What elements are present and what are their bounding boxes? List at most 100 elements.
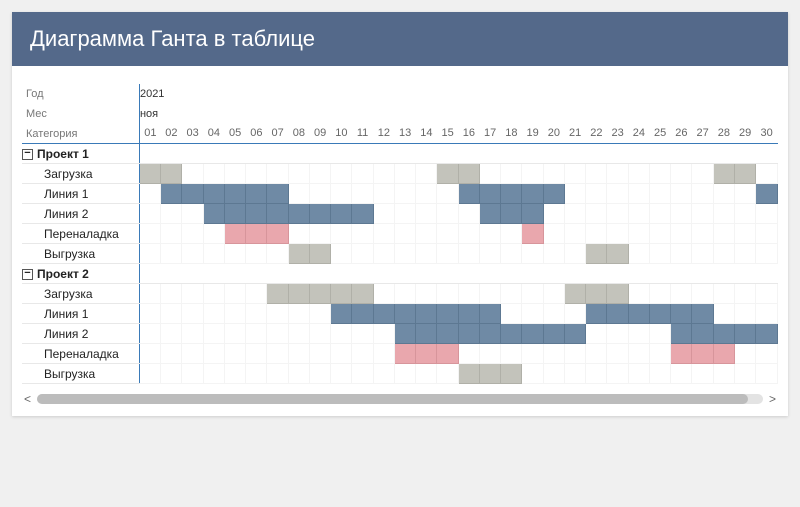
gantt-empty-cell — [713, 224, 734, 244]
gantt-empty-cell — [394, 204, 415, 224]
gantt-empty-cell — [331, 224, 352, 244]
header-value: ноя — [139, 104, 777, 124]
gantt-bar-cell — [671, 304, 692, 324]
gantt-bar-cell — [522, 324, 543, 344]
gantt-empty-cell — [543, 244, 564, 264]
gantt-empty-cell — [628, 244, 649, 264]
gantt-empty-cell — [522, 164, 543, 184]
gantt-empty-cell — [501, 164, 522, 184]
gantt-bar-cell — [734, 164, 755, 184]
task-row-label: Линия 1 — [22, 184, 139, 204]
day-header: 23 — [607, 124, 628, 144]
gantt-empty-cell — [437, 204, 458, 224]
gantt-empty-cell — [161, 344, 182, 364]
gantt-empty-cell — [734, 224, 755, 244]
gantt-empty-cell — [373, 324, 394, 344]
gantt-empty-cell — [543, 344, 564, 364]
gantt-bar-cell — [522, 224, 543, 244]
gantt-empty-cell — [692, 244, 713, 264]
scroll-track[interactable] — [37, 394, 763, 404]
gantt-empty-cell — [564, 304, 585, 324]
gantt-bar-cell — [479, 324, 500, 344]
gantt-empty-cell — [607, 364, 628, 384]
gantt-empty-cell — [671, 224, 692, 244]
gantt-empty-cell — [607, 164, 628, 184]
group-row[interactable]: Проект 1 — [22, 144, 139, 164]
gantt-empty-cell — [331, 324, 352, 344]
gantt-bar-cell — [479, 204, 500, 224]
header-label: Мес — [22, 104, 139, 124]
gantt-empty-cell — [649, 244, 670, 264]
gantt-empty-cell — [161, 324, 182, 344]
gantt-empty-cell — [628, 364, 649, 384]
scroll-thumb[interactable] — [37, 394, 748, 404]
gantt-bar-cell — [161, 184, 182, 204]
day-header: 07 — [267, 124, 288, 144]
gantt-bar-cell — [161, 164, 182, 184]
day-header: 01 — [139, 124, 160, 144]
gantt-empty-cell — [692, 204, 713, 224]
day-header: 10 — [331, 124, 352, 144]
gantt-empty-cell — [182, 364, 203, 384]
day-header: 02 — [161, 124, 182, 144]
gantt-bar-cell — [182, 184, 203, 204]
gantt-empty-cell — [564, 224, 585, 244]
gantt-empty-cell — [373, 204, 394, 224]
scroll-right-icon[interactable]: > — [769, 392, 776, 406]
gantt-empty-cell — [734, 184, 755, 204]
gantt-empty-cell — [182, 204, 203, 224]
task-row-label: Загрузка — [22, 284, 139, 304]
gantt-bar-cell — [224, 224, 245, 244]
gantt-bar-cell — [394, 304, 415, 324]
day-header: 05 — [224, 124, 245, 144]
gantt-bar-cell — [479, 184, 500, 204]
header-value: 2021 — [139, 84, 777, 104]
gantt-empty-cell — [182, 224, 203, 244]
gantt-bar-cell — [288, 284, 309, 304]
gantt-empty-cell — [182, 304, 203, 324]
gantt-empty-cell — [734, 344, 755, 364]
gantt-bar-cell — [501, 184, 522, 204]
gantt-empty-cell — [139, 284, 160, 304]
gantt-empty-cell — [246, 364, 267, 384]
gantt-empty-cell — [352, 164, 373, 184]
gantt-bar-cell — [416, 324, 437, 344]
collapse-icon[interactable] — [22, 149, 33, 160]
horizontal-scrollbar[interactable]: < > — [22, 392, 778, 410]
gantt-empty-cell — [756, 284, 778, 304]
gantt-empty-cell — [309, 304, 330, 324]
gantt-empty-cell — [437, 224, 458, 244]
day-header: 09 — [309, 124, 330, 144]
collapse-icon[interactable] — [22, 269, 33, 280]
gantt-empty-cell — [522, 284, 543, 304]
scroll-left-icon[interactable]: < — [24, 392, 31, 406]
gantt-empty-cell — [479, 244, 500, 264]
gantt-empty-cell — [182, 284, 203, 304]
group-row[interactable]: Проект 2 — [22, 264, 139, 284]
gantt-empty-cell — [246, 344, 267, 364]
gantt-empty-cell — [288, 344, 309, 364]
gantt-empty-cell — [267, 344, 288, 364]
day-header: 28 — [713, 124, 734, 144]
gantt-bar-cell — [437, 304, 458, 324]
gantt-empty-cell — [352, 344, 373, 364]
day-header: 04 — [203, 124, 224, 144]
gantt-empty-cell — [713, 284, 734, 304]
gantt-empty-cell — [756, 344, 778, 364]
gantt-empty-cell — [139, 324, 160, 344]
gantt-empty-cell — [564, 344, 585, 364]
gantt-empty-cell — [224, 344, 245, 364]
gantt-empty-cell — [479, 224, 500, 244]
gantt-empty-cell — [522, 304, 543, 324]
gantt-empty-cell — [607, 344, 628, 364]
day-header: 08 — [288, 124, 309, 144]
gantt-empty-cell — [416, 224, 437, 244]
gantt-empty-cell — [649, 344, 670, 364]
gantt-empty-cell — [756, 224, 778, 244]
gantt-empty-cell — [734, 204, 755, 224]
gantt-empty-cell — [649, 204, 670, 224]
gantt-empty-cell — [671, 284, 692, 304]
gantt-empty-cell — [373, 364, 394, 384]
gantt-empty-cell — [246, 244, 267, 264]
header-label: Год — [22, 84, 139, 104]
